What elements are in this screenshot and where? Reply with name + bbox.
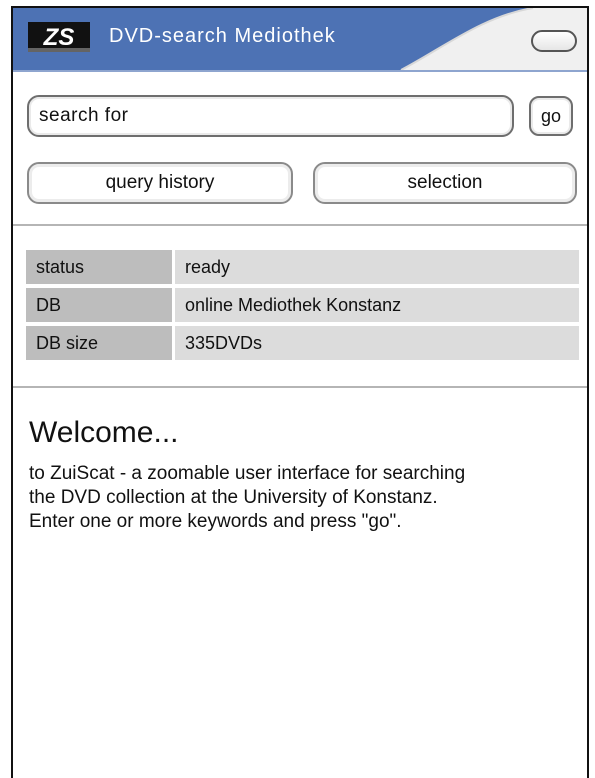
search-panel: go query history selection (13, 72, 587, 226)
query-history-button[interactable]: query history (27, 162, 293, 204)
db-value: online Mediothek Konstanz (172, 288, 579, 322)
app-window: ZS DVD-search Mediothek go query history… (11, 6, 589, 778)
status-panel: status ready DB online Mediothek Konstan… (13, 226, 587, 388)
welcome-line: the DVD collection at the University of … (29, 487, 438, 508)
db-size-row: DB size 335DVDs (26, 326, 579, 360)
status-value: ready (172, 250, 579, 284)
welcome-text: to ZuiScat - a zoomable user interface f… (29, 462, 579, 534)
db-size-value: 335DVDs (172, 326, 579, 360)
db-size-label: DB size (26, 326, 172, 360)
selection-button[interactable]: selection (313, 162, 577, 204)
search-input[interactable] (27, 95, 514, 137)
app-title: DVD-search Mediothek (109, 25, 336, 47)
db-row: DB online Mediothek Konstanz (26, 288, 579, 322)
logo-text: ZS (43, 24, 75, 51)
window-toggle-button[interactable] (531, 30, 577, 52)
status-row: status ready (26, 250, 579, 284)
db-label: DB (26, 288, 172, 322)
welcome-heading: Welcome... (29, 416, 179, 449)
title-bar: ZS DVD-search Mediothek (13, 8, 587, 72)
welcome-line: Enter one or more keywords and press "go… (29, 511, 402, 532)
status-table: status ready DB online Mediothek Konstan… (26, 246, 579, 364)
welcome-panel: Welcome... to ZuiScat - a zoomable user … (13, 388, 587, 534)
zs-logo-icon: ZS (28, 22, 90, 52)
go-button[interactable]: go (529, 96, 573, 136)
welcome-line: to ZuiScat - a zoomable user interface f… (29, 463, 466, 484)
status-label: status (26, 250, 172, 284)
